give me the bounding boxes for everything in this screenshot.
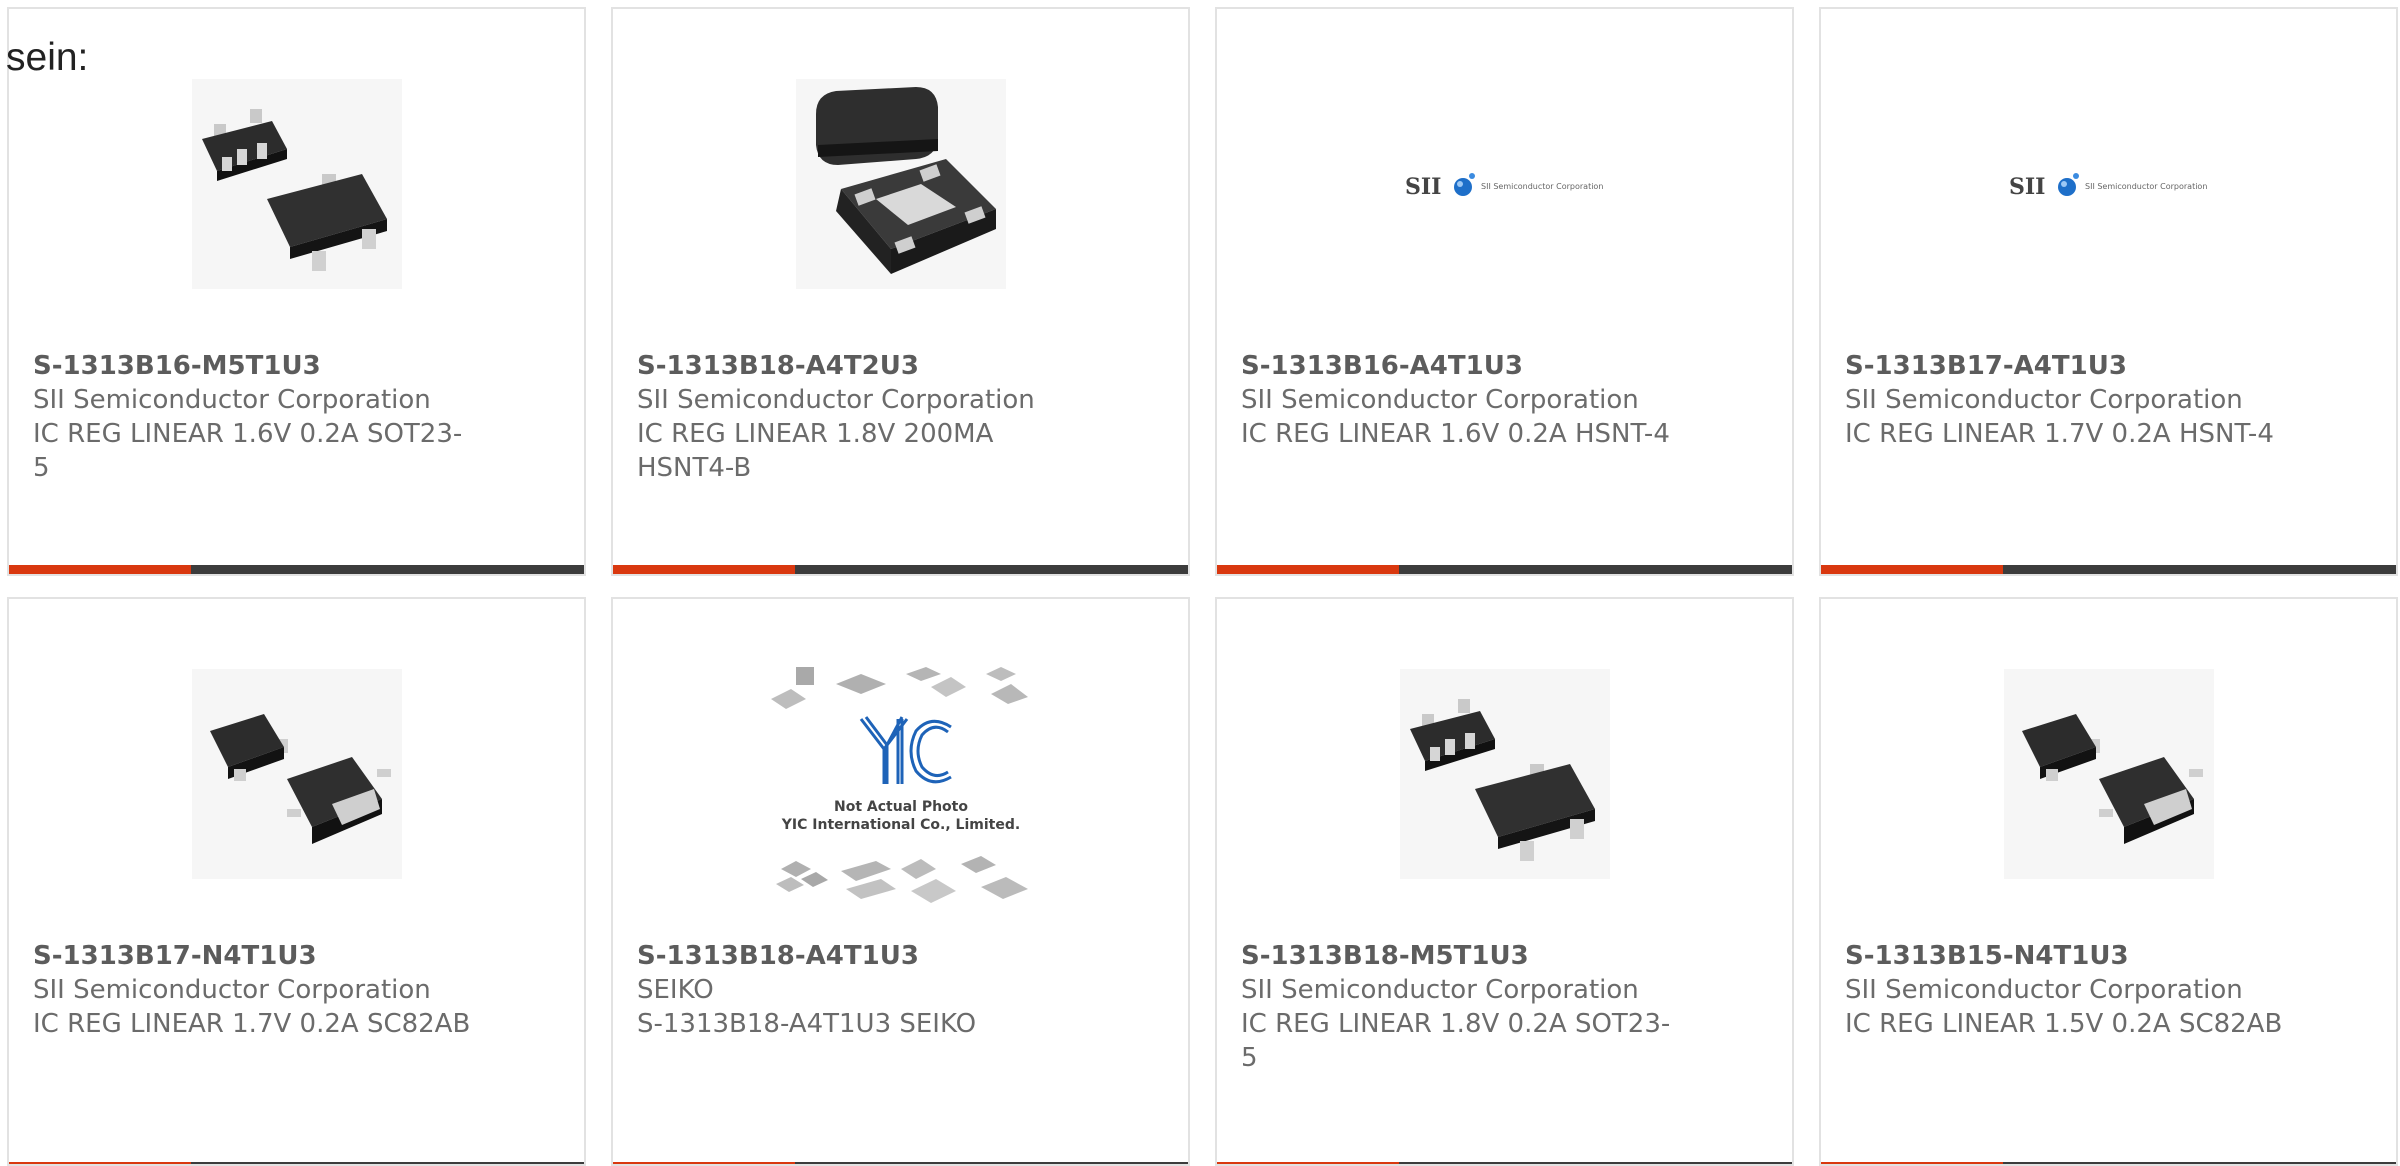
manufacturer: SII Semiconductor Corporation [33, 975, 431, 1005]
part-number[interactable]: S-1313B18-A4T1U3 [637, 939, 1077, 973]
product-card[interactable]: S-1313B16-M5T1U3 SII Semiconductor Corpo… [7, 7, 586, 576]
description: IC REG LINEAR 1.8V 0.2A SOT23-5 [1241, 1009, 1671, 1073]
svg-text:SII Semiconductor Corporation: SII Semiconductor Corporation [2085, 182, 2207, 191]
description: S-1313B18-A4T1U3 SEIKO [637, 1009, 977, 1039]
card-accent-bar [9, 1162, 191, 1164]
svg-text:SII Semiconductor Corporation: SII Semiconductor Corporation [1481, 182, 1603, 191]
description: IC REG LINEAR 1.7V 0.2A SC82AB [33, 1009, 471, 1039]
product-card[interactable]: SII SII Semiconductor Corporation S-1313… [1819, 7, 2398, 576]
description: IC REG LINEAR 1.7V 0.2A HSNT-4 [1845, 419, 2274, 449]
description: IC REG LINEAR 1.5V 0.2A SC82AB [1845, 1009, 2283, 1039]
manufacturer: SEIKO [637, 975, 714, 1005]
product-info: S-1313B18-M5T1U3 SII Semiconductor Corpo… [1241, 939, 1681, 1075]
sc82ab-package-icon [9, 669, 584, 879]
card-accent-bar [1821, 565, 2003, 574]
sc82ab-package-icon [1821, 669, 2396, 879]
description: IC REG LINEAR 1.6V 0.2A HSNT-4 [1241, 419, 1670, 449]
part-number[interactable]: S-1313B17-A4T1U3 [1845, 349, 2285, 383]
part-number[interactable]: S-1313B16-A4T1U3 [1241, 349, 1681, 383]
card-accent-bar [1217, 565, 1399, 574]
card-accent-bar [613, 1162, 795, 1164]
product-info: S-1313B18-A4T2U3 SII Semiconductor Corpo… [637, 349, 1077, 485]
manufacturer: SII Semiconductor Corporation [1845, 975, 2243, 1005]
placeholder-line1: Not Actual Photo [834, 799, 968, 815]
svg-text:SII: SII [1405, 174, 1441, 200]
svg-text:SII: SII [2009, 174, 2045, 200]
product-card[interactable]: Not Actual Photo YIC International Co., … [611, 597, 1190, 1166]
card-accent-bar [613, 565, 795, 574]
card-accent-bar [9, 565, 191, 574]
description: IC REG LINEAR 1.8V 200MA HSNT4-B [637, 419, 994, 483]
manufacturer: SII Semiconductor Corporation [637, 385, 1035, 415]
card-bottom-bar [613, 565, 1188, 574]
manufacturer: SII Semiconductor Corporation [1845, 385, 2243, 415]
product-info: S-1313B15-N4T1U3 SII Semiconductor Corpo… [1845, 939, 2285, 1041]
part-number[interactable]: S-1313B18-A4T2U3 [637, 349, 1077, 383]
fragment-text: sein: [6, 36, 89, 79]
product-card[interactable]: S-1313B18-M5T1U3 SII Semiconductor Corpo… [1215, 597, 1794, 1166]
product-card[interactable]: SII SII Semiconductor Corporation S-1313… [1215, 7, 1794, 576]
placeholder-line2: YIC International Co., Limited. [780, 817, 1019, 833]
card-accent-bar [1217, 1162, 1399, 1164]
card-accent-bar [1821, 1162, 2003, 1164]
card-bottom-bar [1217, 1162, 1792, 1164]
manufacturer: SII Semiconductor Corporation [1241, 385, 1639, 415]
product-info: S-1313B17-N4T1U3 SII Semiconductor Corpo… [33, 939, 473, 1041]
manufacturer: SII Semiconductor Corporation [33, 385, 431, 415]
manufacturer: SII Semiconductor Corporation [1241, 975, 1639, 1005]
card-bottom-bar [613, 1162, 1188, 1164]
part-number[interactable]: S-1313B16-M5T1U3 [33, 349, 473, 383]
part-number[interactable]: S-1313B15-N4T1U3 [1845, 939, 2285, 973]
card-bottom-bar [1821, 565, 2396, 574]
product-card[interactable]: S-1313B15-N4T1U3 SII Semiconductor Corpo… [1819, 597, 2398, 1166]
sot23-5-package-icon [1217, 669, 1792, 879]
card-bottom-bar [1821, 1162, 2396, 1164]
card-bottom-bar [9, 565, 584, 574]
card-bottom-bar [1217, 565, 1792, 574]
product-grid: S-1313B16-M5T1U3 SII Semiconductor Corpo… [7, 7, 2398, 1166]
product-info: S-1313B17-A4T1U3 SII Semiconductor Corpo… [1845, 349, 2285, 451]
card-bottom-bar [9, 1162, 584, 1164]
not-actual-photo-placeholder: Not Actual Photo YIC International Co., … [613, 659, 1188, 909]
sii-logo-icon: SII SII Semiconductor Corporation [1821, 79, 2396, 289]
product-card[interactable]: S-1313B17-N4T1U3 SII Semiconductor Corpo… [7, 597, 586, 1166]
sii-logo-icon: SII SII Semiconductor Corporation [1217, 79, 1792, 289]
product-info: S-1313B16-M5T1U3 SII Semiconductor Corpo… [33, 349, 473, 485]
sot23-5-package-icon [9, 79, 584, 289]
part-number[interactable]: S-1313B17-N4T1U3 [33, 939, 473, 973]
product-info: S-1313B18-A4T1U3 SEIKO S-1313B18-A4T1U3 … [637, 939, 1077, 1041]
description: IC REG LINEAR 1.6V 0.2A SOT23-5 [33, 419, 463, 483]
hsnt4-package-icon [613, 79, 1188, 289]
product-info: S-1313B16-A4T1U3 SII Semiconductor Corpo… [1241, 349, 1681, 451]
product-card[interactable]: S-1313B18-A4T2U3 SII Semiconductor Corpo… [611, 7, 1190, 576]
part-number[interactable]: S-1313B18-M5T1U3 [1241, 939, 1681, 973]
